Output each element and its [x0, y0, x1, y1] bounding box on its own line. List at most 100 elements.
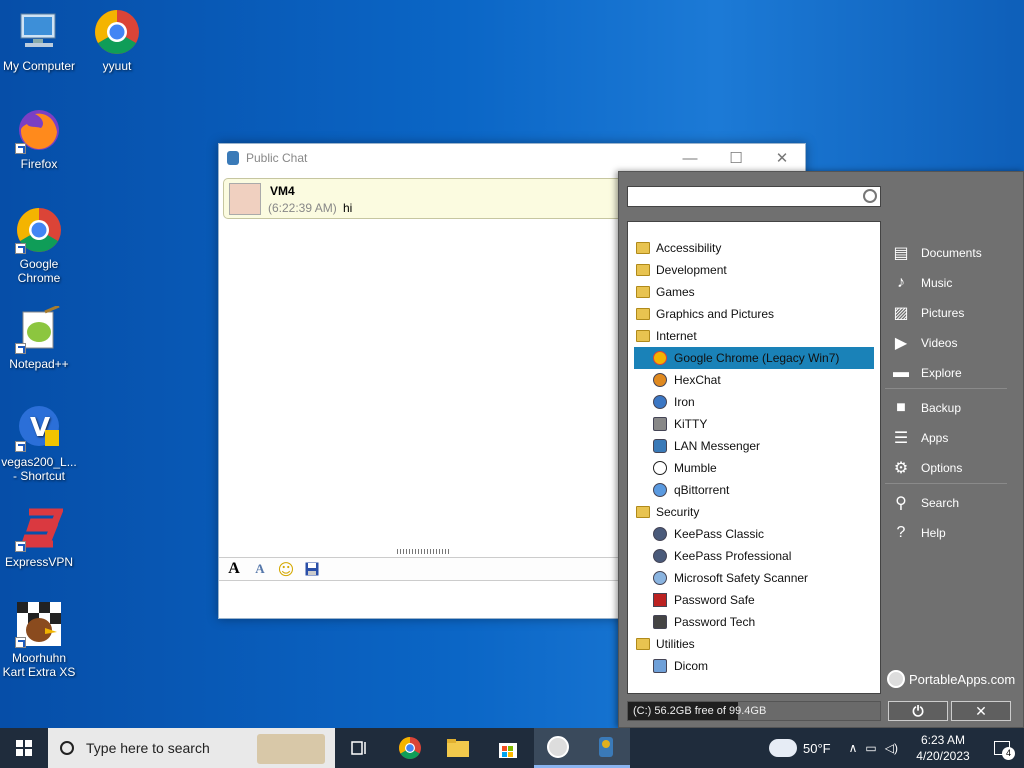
- menu-explore[interactable]: ▬ Explore: [885, 358, 1021, 388]
- category-accessibility[interactable]: Accessibility: [628, 237, 880, 259]
- desktop-icon-label: ExpressVPN: [4, 555, 74, 569]
- password-safe-icon: [653, 593, 667, 607]
- task-view-button[interactable]: [336, 728, 384, 768]
- apps-icon: ☰: [893, 430, 909, 447]
- taskbar-store[interactable]: [484, 728, 532, 768]
- music-icon: ♪: [897, 274, 905, 291]
- save-icon[interactable]: [302, 560, 322, 578]
- app-kitty[interactable]: KiTTY: [628, 413, 880, 435]
- mumble-icon: [653, 461, 667, 475]
- app-microsoft-safety-scanner[interactable]: Microsoft Safety Scanner: [628, 567, 880, 589]
- font-icon[interactable]: A: [224, 560, 244, 578]
- item-label: Dicom: [674, 659, 709, 673]
- iron-icon: [653, 395, 667, 409]
- item-label: KeePass Professional: [674, 549, 792, 563]
- menu-documents[interactable]: ▤ Documents: [885, 238, 1021, 268]
- menu-search[interactable]: ⚲ Search: [885, 488, 1021, 518]
- app-password-safe[interactable]: Password Safe: [628, 589, 880, 611]
- taskbar-file-explorer[interactable]: [434, 728, 482, 768]
- app-dicom[interactable]: Dicom: [628, 655, 880, 677]
- menu-label: Help: [921, 526, 946, 540]
- menu-help[interactable]: ? Help: [885, 518, 1021, 548]
- desktop-icon-moorhuhn[interactable]: Moorhuhn Kart Extra XS: [0, 600, 78, 679]
- weather-icon[interactable]: [769, 739, 798, 757]
- menu-backup[interactable]: ■ Backup: [885, 393, 1021, 423]
- taskbar-chrome[interactable]: [386, 728, 434, 768]
- desktop-icon-firefox[interactable]: Firefox: [0, 106, 78, 171]
- lan-messenger-icon: [227, 151, 239, 165]
- category-security[interactable]: Security: [628, 501, 880, 523]
- menu-pictures[interactable]: ▨ Pictures: [885, 298, 1021, 328]
- chat-titlebar[interactable]: Public Chat — ☐ ✕: [219, 144, 805, 172]
- divider: [885, 388, 1007, 389]
- volume-icon[interactable]: ◁): [885, 741, 898, 755]
- clock-time: 6:23 AM: [920, 733, 966, 747]
- close-menu-button[interactable]: ✕: [951, 701, 1011, 721]
- dicom-icon: [653, 659, 667, 673]
- item-label: HexChat: [674, 373, 721, 387]
- app-search-input[interactable]: [627, 186, 881, 207]
- chevron-up-icon[interactable]: ∧: [849, 741, 858, 755]
- close-button[interactable]: ✕: [759, 144, 805, 172]
- taskbar-portableapps[interactable]: [534, 728, 582, 768]
- app-keepass-professional[interactable]: KeePass Professional: [628, 545, 880, 567]
- minimize-button[interactable]: —: [667, 144, 713, 172]
- desktop-icon-my-computer[interactable]: My Computer: [0, 8, 78, 73]
- item-label: Password Safe: [674, 593, 755, 607]
- moorhuhn-icon: [15, 600, 63, 648]
- desktop-icon-yyuut[interactable]: yyuut: [78, 8, 156, 73]
- notification-button[interactable]: 4: [980, 741, 1024, 760]
- help-icon: ?: [896, 524, 906, 541]
- menu-music[interactable]: ♪ Music: [885, 268, 1021, 298]
- app-keepass-classic[interactable]: KeePass Classic: [628, 523, 880, 545]
- font-color-icon[interactable]: A: [250, 560, 270, 578]
- item-label: Password Tech: [674, 615, 756, 629]
- taskbar-search-placeholder: Type here to search: [86, 740, 210, 756]
- firefox-icon: [15, 106, 63, 154]
- power-icon: ⏻: [912, 702, 924, 719]
- app-hexchat[interactable]: HexChat: [628, 369, 880, 391]
- portableapps-side-menu: ▤ Documents ♪ Music ▨ Pictures ▶ Videos ▬ Exp…: [885, 238, 1021, 548]
- brand-label: PortableApps.com: [909, 671, 1016, 687]
- category-graphics[interactable]: Graphics and Pictures: [628, 303, 880, 325]
- category-internet[interactable]: Internet: [628, 325, 880, 347]
- app-qbittorrent[interactable]: qBittorrent: [628, 479, 880, 501]
- power-button[interactable]: ⏻: [888, 701, 948, 721]
- network-icon[interactable]: ▭: [865, 741, 876, 755]
- app-password-tech[interactable]: Password Tech: [628, 611, 880, 633]
- item-label: Security: [656, 505, 700, 519]
- desktop-icon-vegas[interactable]: V vegas200_L... - Shortcut: [0, 404, 78, 483]
- start-button[interactable]: [0, 728, 48, 768]
- app-iron[interactable]: Iron: [628, 391, 880, 413]
- folder-icon: [636, 330, 650, 342]
- taskbar: Type here to search 50°F ∧ ▭ ◁) 6:23 AM …: [0, 728, 1024, 768]
- shortcut-arrow-icon: [15, 343, 26, 354]
- menu-videos[interactable]: ▶ Videos: [885, 328, 1021, 358]
- desktop-icon-google-chrome[interactable]: Google Chrome: [0, 206, 78, 285]
- category-development[interactable]: Development: [628, 259, 880, 281]
- shortcut-arrow-icon: [15, 143, 26, 154]
- app-list[interactable]: Accessibility Development Games Graphics…: [627, 221, 881, 694]
- splitter-grip[interactable]: [397, 549, 451, 554]
- menu-apps[interactable]: ☰ Apps: [885, 423, 1021, 453]
- notepad-plus-plus-icon: [15, 304, 63, 354]
- app-mumble[interactable]: Mumble: [628, 457, 880, 479]
- weather-temp[interactable]: 50°F: [803, 741, 831, 756]
- portableapps-brand[interactable]: PortableApps.com: [887, 670, 1015, 688]
- item-label: Google Chrome (Legacy Win7): [674, 351, 840, 365]
- app-google-chrome-legacy[interactable]: Google Chrome (Legacy Win7): [634, 347, 874, 369]
- smiley-icon[interactable]: ☺: [276, 560, 296, 579]
- taskbar-search[interactable]: Type here to search: [48, 728, 335, 768]
- taskbar-lan-messenger[interactable]: [582, 728, 630, 768]
- category-games[interactable]: Games: [628, 281, 880, 303]
- menu-options[interactable]: ⚙ Options: [885, 453, 1021, 483]
- clock[interactable]: 6:23 AM 4/20/2023: [906, 732, 980, 764]
- menu-label: Music: [921, 276, 953, 290]
- desktop-icon-notepad-plus-plus[interactable]: Notepad++: [0, 304, 78, 371]
- item-label: Games: [656, 285, 695, 299]
- shortcut-arrow-icon: [15, 243, 26, 254]
- category-utilities[interactable]: Utilities: [628, 633, 880, 655]
- app-lan-messenger[interactable]: LAN Messenger: [628, 435, 880, 457]
- desktop-icon-expressvpn[interactable]: ExpressVPN: [0, 504, 78, 569]
- maximize-button[interactable]: ☐: [713, 144, 759, 172]
